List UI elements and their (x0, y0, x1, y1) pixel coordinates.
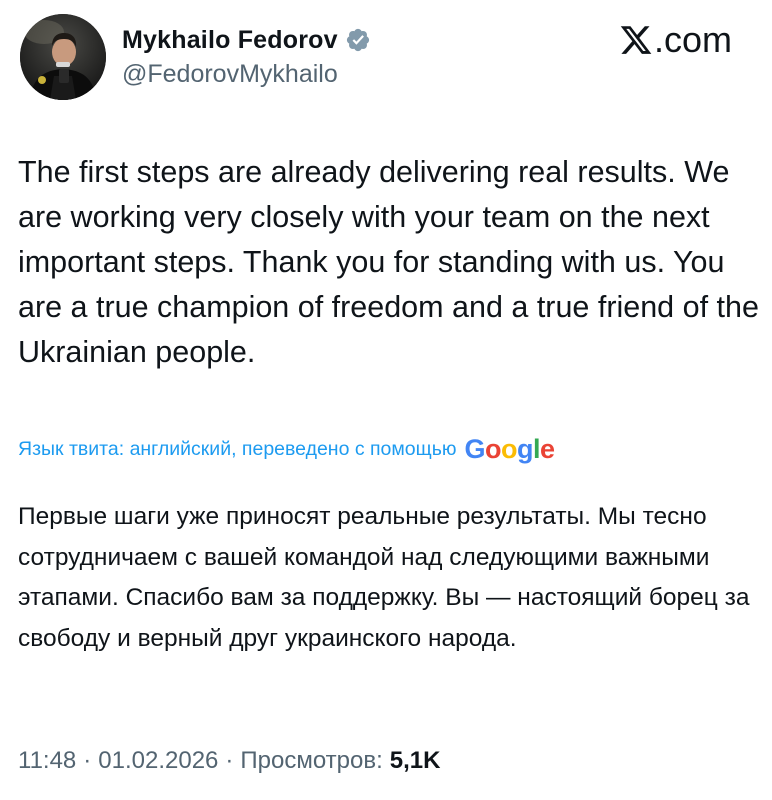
brand-logo: .com (619, 16, 732, 64)
tweet-text: The first steps are already delivering r… (18, 155, 759, 369)
avatar[interactable] (20, 14, 106, 100)
verified-badge-icon[interactable] (345, 27, 371, 53)
translated-text: Первые шаги уже приносят реальные резуль… (18, 503, 750, 652)
translation-notice[interactable]: Язык твита: английский, переведено с пом… (18, 432, 555, 466)
brand-suffix: .com (653, 19, 732, 60)
views-count: 5,1K (389, 747, 441, 774)
author-handle[interactable]: @FedorovMykhailo (122, 60, 338, 89)
meta-separator: · (83, 747, 92, 774)
views-label: Просмотров: (240, 747, 383, 774)
avatar-photo (20, 14, 106, 100)
translation-notice-text[interactable]: Язык твита: английский, переведено с пом… (18, 438, 456, 461)
tweet-time[interactable]: 11:48 (18, 747, 76, 775)
author-name-row[interactable]: Mykhailo Fedorov (122, 22, 371, 58)
x-logo-icon (619, 23, 653, 57)
meta-separator: · (225, 747, 234, 774)
tweet-meta: 11:48 · 01.02.2026 · Просмотров: 5,1K (18, 744, 440, 778)
google-logo: Google (464, 433, 555, 464)
author-name[interactable]: Mykhailo Fedorov (122, 26, 338, 55)
tweet-date[interactable]: 01.02.2026 (98, 747, 218, 775)
